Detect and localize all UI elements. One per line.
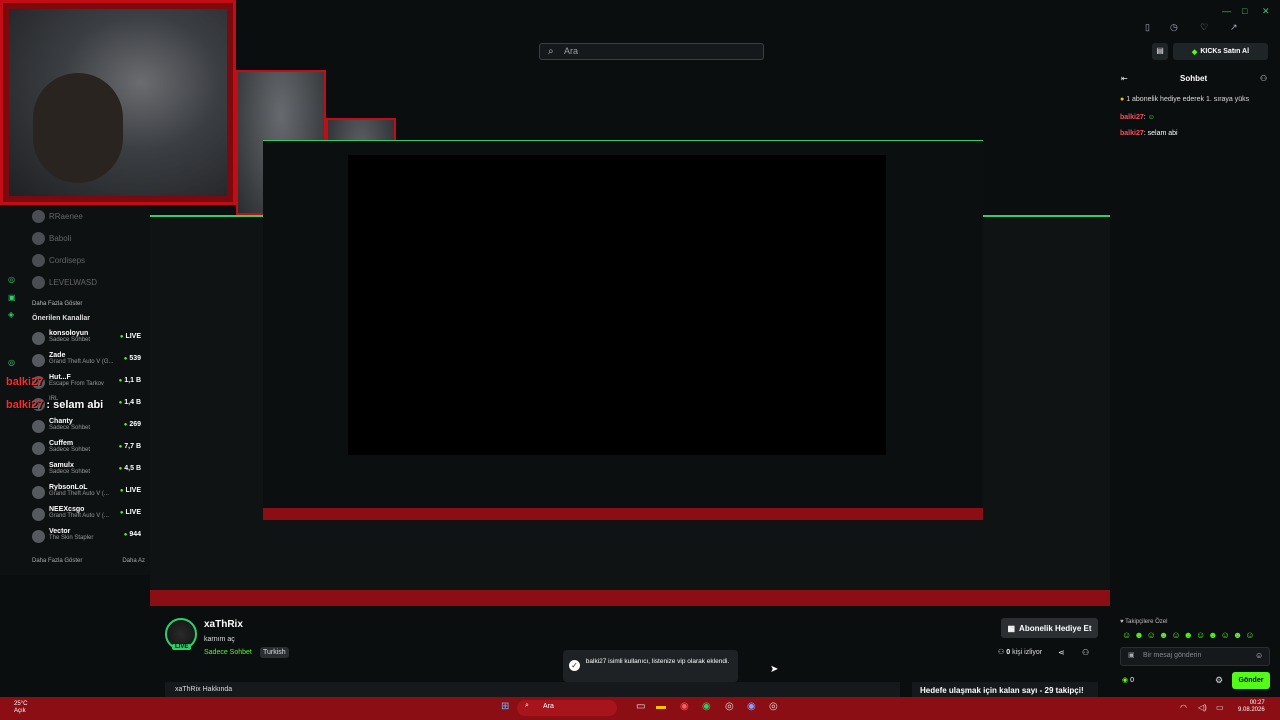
- browse-icon[interactable]: ▣: [8, 293, 16, 302]
- chat-users-icon[interactable]: ⚇: [1260, 74, 1267, 83]
- chat-message: balki27: selam abi: [1120, 130, 1178, 137]
- channel-row[interactable]: VectorThe Skin Stapler944: [0, 528, 150, 550]
- share-icon[interactable]: ↗: [1230, 22, 1238, 33]
- chat-title: Sohbet: [1180, 74, 1208, 83]
- avatar: [32, 486, 45, 499]
- taskbar-clock[interactable]: 00:27 9.08.2026: [1238, 700, 1265, 714]
- stream-category[interactable]: Sadece Sohbet: [204, 649, 252, 656]
- viewer-count: ⚇ 0 kişi izliyor: [998, 649, 1043, 656]
- weather-widget[interactable]: 25°C Açık: [14, 701, 27, 715]
- home-icon[interactable]: ◎: [8, 275, 15, 284]
- avatar: [32, 354, 45, 367]
- sidebar-recent-item[interactable]: LEVELWASD: [0, 271, 150, 293]
- stream-title: karnım aç: [204, 636, 235, 643]
- webcam-overlay: [0, 0, 236, 205]
- language-tag[interactable]: Turkish: [260, 647, 289, 658]
- wifi-icon[interactable]: ◠: [1180, 703, 1187, 712]
- avatar: [32, 464, 45, 477]
- channel-row[interactable]: konsoloyunSadece SohbetLIVE: [0, 330, 150, 352]
- battery-icon[interactable]: ▭: [1216, 703, 1224, 712]
- minimize-icon[interactable]: —: [1222, 6, 1231, 16]
- search-icon: ⌕: [525, 702, 529, 709]
- avatar: [32, 420, 45, 433]
- volume-icon[interactable]: ◁): [1198, 703, 1207, 712]
- avatar: [32, 209, 45, 223]
- nested-taskbar: [263, 508, 983, 520]
- close-icon[interactable]: ✕: [1262, 6, 1270, 17]
- spotify-icon[interactable]: ◉: [702, 701, 711, 712]
- show-less-link[interactable]: Daha Az: [122, 558, 145, 564]
- nested-taskbar: [150, 590, 1110, 606]
- pinned-message: ● 1 abonelik hediye ederek 1. sıraya yük…: [1120, 96, 1250, 103]
- settings-icon[interactable]: ⚙: [1215, 675, 1223, 686]
- vip-toast: ✓ balki27 isimli kullanıcı, listenize vi…: [563, 650, 738, 682]
- channel-row[interactable]: CuffemSadece Sohbet7,7 B: [0, 440, 150, 462]
- streamer-name[interactable]: xaThRix: [204, 619, 243, 630]
- gift-icon: ▦: [1007, 623, 1016, 633]
- webcam-frame: [3, 3, 233, 202]
- kicks-buy-button[interactable]: ◆ KICKs Satın Al: [1173, 43, 1268, 60]
- cursor-icon: ➤: [770, 664, 779, 675]
- chrome-icon[interactable]: ◎: [769, 701, 778, 712]
- live-badge: LIVE: [172, 644, 192, 650]
- kicks-icon: ◆: [1191, 48, 1198, 56]
- collapse-chat-icon[interactable]: ⇤: [1121, 74, 1128, 83]
- channel-row[interactable]: NEEXcsgoGrand Theft Auto V (...LIVE: [0, 506, 150, 528]
- followers-only-label: ♥ Takipçilere Özel: [1120, 619, 1168, 625]
- video-player[interactable]: [348, 155, 886, 455]
- channel-row[interactable]: ZadeGrand Theft Auto V (G...539: [0, 352, 150, 374]
- discord-icon[interactable]: ◉: [747, 701, 756, 712]
- chat-message: balki27: ☺: [1120, 114, 1155, 121]
- steam-icon[interactable]: ◎: [725, 701, 734, 712]
- sidebar-footer: Daha Fazla Göster Daha Az: [0, 558, 145, 564]
- app-icon[interactable]: ◉: [680, 701, 689, 712]
- taskbar-search[interactable]: ⌕ Ara: [517, 700, 617, 716]
- show-more-link[interactable]: Daha Fazla Göster: [32, 558, 82, 564]
- channel-points[interactable]: 0: [1122, 676, 1134, 684]
- channel-row[interactable]: ChantySadece Sohbet269: [0, 418, 150, 440]
- sidebar-recent-item[interactable]: RRaenee: [0, 205, 150, 227]
- start-icon[interactable]: ⊞: [501, 701, 509, 712]
- avatar: [32, 442, 45, 455]
- recommended-title: Önerilen Kanallar: [32, 315, 90, 322]
- check-icon: ✓: [569, 660, 580, 671]
- show-more-link[interactable]: Daha Fazla Göster: [0, 301, 150, 307]
- following-icon[interactable]: ◈: [8, 310, 14, 319]
- recommended-icon[interactable]: ◎: [8, 358, 15, 367]
- avatar: [32, 253, 45, 267]
- folder-icon[interactable]: ▬: [656, 701, 666, 712]
- send-button[interactable]: Gönder: [1232, 672, 1270, 689]
- search-icon: ⌕: [548, 46, 554, 57]
- history-icon[interactable]: ◷: [1170, 22, 1178, 33]
- sidebar-recent-item[interactable]: Baboli: [0, 227, 150, 249]
- avatar: [32, 231, 45, 245]
- avatar: [32, 508, 45, 521]
- overlay-chat: balki27 : selam abi: [6, 399, 104, 411]
- chat-message-input[interactable]: Bir mesaj gönderin: [1120, 647, 1270, 666]
- share-icon[interactable]: ⋖: [1058, 648, 1065, 657]
- channel-row[interactable]: SamulxSadece Sohbet4,5 B: [0, 462, 150, 484]
- channel-row[interactable]: RybsonLoLGrand Theft Auto V (...LIVE: [0, 484, 150, 506]
- emote-icon: ☺: [1147, 114, 1155, 121]
- sidebar: RRaenee Baboli Cordiseps LEVELWASD Daha …: [0, 205, 150, 575]
- avatar: [32, 332, 45, 345]
- avatar: [32, 275, 45, 289]
- more-icon[interactable]: ⚇: [1082, 648, 1089, 657]
- search-input[interactable]: ⌕ Ara: [539, 43, 764, 60]
- bookmark-icon[interactable]: ▯: [1145, 22, 1150, 33]
- clips-icon[interactable]: ▤: [1152, 43, 1168, 60]
- chat-panel: [1110, 65, 1280, 700]
- heart-icon[interactable]: ♡: [1200, 22, 1208, 33]
- gift-subscription-button[interactable]: ▦ Abonelik Hediye Et: [1001, 618, 1098, 638]
- sidebar-recent-item[interactable]: Cordiseps: [0, 249, 150, 271]
- emote-picker-icon[interactable]: ☺: [1255, 651, 1263, 660]
- task-view-icon[interactable]: ▭: [636, 701, 645, 712]
- maximize-icon[interactable]: □: [1242, 6, 1247, 16]
- emoji-icon[interactable]: ▣: [1128, 651, 1135, 659]
- viewers-icon: ⚇: [998, 649, 1007, 656]
- overlay-chat: balki27: [6, 376, 44, 388]
- emote-bar[interactable]: ☺☻☺☻☺☻☺☻☺☻☺: [1122, 630, 1258, 640]
- avatar: [32, 530, 45, 543]
